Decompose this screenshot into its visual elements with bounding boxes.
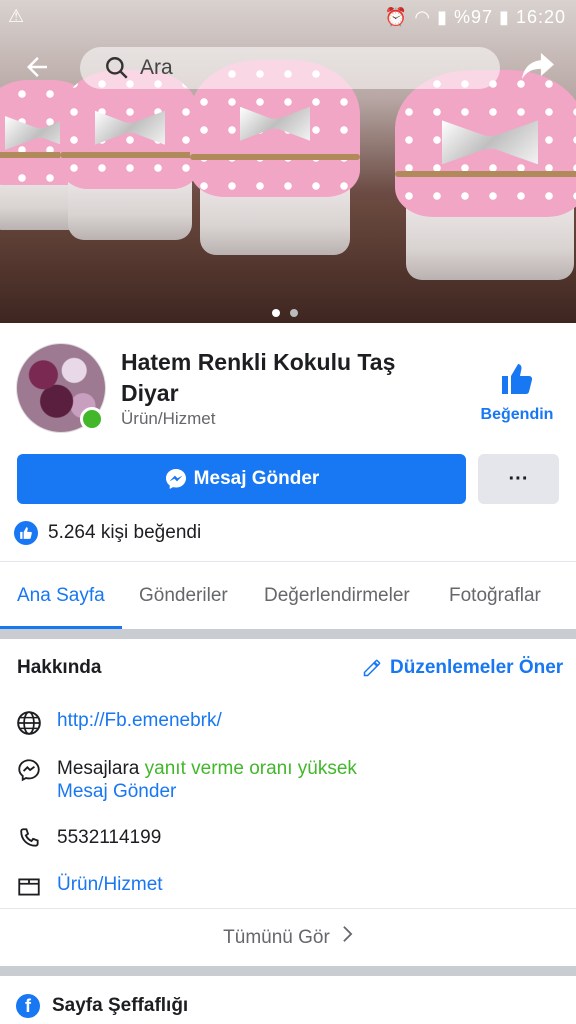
pencil-icon bbox=[363, 659, 381, 677]
phone-number[interactable]: 5532114199 bbox=[57, 826, 161, 849]
search-input[interactable] bbox=[140, 53, 470, 83]
tab-home[interactable]: Ana Sayfa bbox=[17, 585, 105, 607]
liked-button[interactable]: Beğendin bbox=[474, 361, 560, 424]
like-badge-icon bbox=[14, 521, 38, 545]
online-status-dot bbox=[80, 407, 104, 431]
back-arrow-icon[interactable] bbox=[22, 52, 52, 82]
tab-photos[interactable]: Fotoğraflar bbox=[449, 585, 541, 607]
category-link[interactable]: Ürün/Hizmet bbox=[57, 874, 163, 896]
status-bar: ⚠ ⏰ ◠ ▮ %97 ▮ 16:20 bbox=[0, 0, 576, 36]
suggest-edits-label: Düzenlemeler Öner bbox=[390, 657, 564, 678]
globe-icon bbox=[17, 711, 41, 735]
divider bbox=[0, 908, 576, 909]
divider bbox=[0, 561, 576, 562]
section-separator bbox=[0, 966, 576, 976]
cover-jar-center bbox=[190, 60, 360, 255]
warning-icon: ⚠ bbox=[8, 6, 25, 26]
wifi-icon: ◠ bbox=[414, 7, 432, 27]
page-title: Hatem Renkli Kokulu Taş Diyar bbox=[121, 349, 396, 406]
search-icon bbox=[106, 57, 128, 79]
chevron-right-icon bbox=[342, 925, 353, 949]
send-message-label: Mesaj Gönder bbox=[193, 468, 320, 489]
see-all-label: Tümünü Gör bbox=[223, 927, 330, 948]
phone-row: 5532114199 bbox=[16, 826, 161, 852]
suggest-edits-button[interactable]: Düzenlemeler Öner bbox=[362, 657, 563, 679]
section-separator bbox=[0, 629, 576, 639]
see-all-button[interactable]: Tümünü Gör bbox=[0, 925, 576, 949]
cover-pagination-dots bbox=[272, 304, 308, 322]
website-row: http://Fb.emenebrk/ bbox=[16, 710, 222, 736]
share-icon[interactable] bbox=[520, 50, 556, 82]
messaging-info: Mesajlara yanıt verme oranı yüksek Mesaj… bbox=[57, 757, 357, 803]
clock: 16:20 bbox=[515, 7, 566, 27]
page-transparency-label: Sayfa Şeffaflığı bbox=[52, 995, 189, 1016]
battery-icon: ▮ bbox=[499, 7, 510, 27]
about-heading: Hakkında bbox=[17, 657, 102, 678]
likes-count-row[interactable]: 5.264 kişi beğendi bbox=[14, 521, 201, 545]
battery-level: %97 bbox=[453, 7, 494, 27]
website-link[interactable]: http://Fb.emenebrk/ bbox=[57, 710, 222, 732]
more-options-button[interactable]: ··· bbox=[478, 454, 559, 504]
status-indicators: ⏰ ◠ ▮ %97 ▮ 16:20 bbox=[385, 7, 566, 28]
category-row: Ürün/Hizmet bbox=[16, 874, 163, 900]
phone-icon bbox=[20, 828, 39, 847]
response-rate-text: yanıt verme oranı yüksek bbox=[144, 758, 357, 779]
send-message-button[interactable]: Mesaj Gönder bbox=[17, 454, 466, 504]
search-bar[interactable] bbox=[80, 47, 500, 89]
page-tabs: Ana Sayfa Gönderiler Değerlendirmeler Fo… bbox=[0, 573, 576, 629]
alarm-icon: ⏰ bbox=[384, 7, 409, 27]
messaging-row: Mesajlara yanıt verme oranı yüksek Mesaj… bbox=[16, 757, 357, 803]
category-box-icon bbox=[18, 878, 40, 896]
messenger-outline-icon bbox=[18, 759, 40, 782]
messenger-icon bbox=[165, 469, 186, 489]
cover-jar-right bbox=[395, 70, 576, 280]
tab-reviews[interactable]: Değerlendirmeler bbox=[264, 585, 410, 607]
liked-label: Beğendin bbox=[480, 406, 554, 423]
tab-posts[interactable]: Gönderiler bbox=[139, 585, 228, 607]
page-category: Ürün/Hizmet bbox=[121, 409, 216, 428]
thumbs-up-icon bbox=[502, 364, 533, 394]
messaging-prefix: Mesajlara bbox=[57, 758, 140, 779]
signal-icon: ▮ bbox=[437, 7, 448, 27]
page-transparency-row[interactable]: f Sayfa Şeffaflığı bbox=[16, 994, 188, 1018]
cover-jar-center-left bbox=[60, 70, 200, 240]
send-message-link[interactable]: Mesaj Gönder bbox=[57, 781, 176, 802]
facebook-icon: f bbox=[16, 994, 40, 1018]
likes-count-text: 5.264 kişi beğendi bbox=[48, 522, 202, 543]
